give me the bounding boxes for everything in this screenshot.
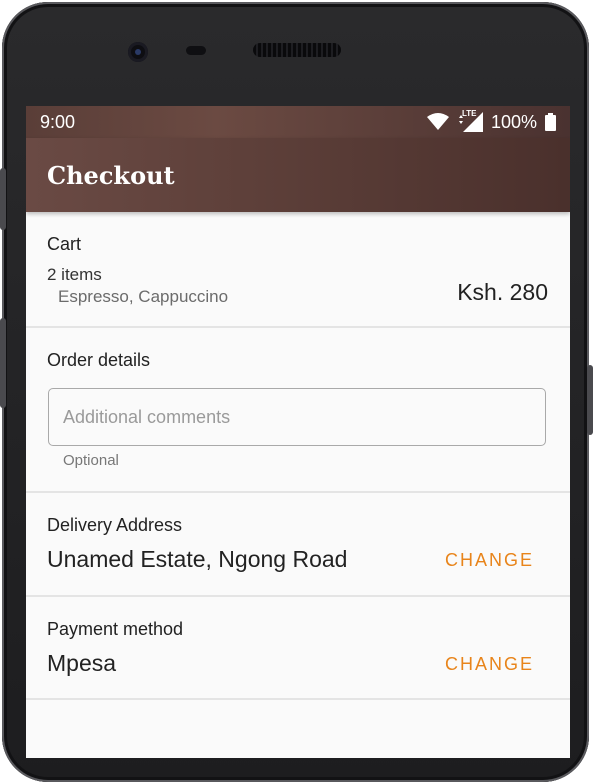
phone-frame: 9:00 LTE 100% Checkout Cart 2 items Espr… (0, 0, 593, 782)
payment-method-value: Mpesa (47, 650, 117, 676)
cart-section: Cart 2 items Espresso, Cappuccino Ksh. 2… (26, 212, 570, 328)
payment-method-section: Payment method Mpesa CHANGE (26, 597, 570, 700)
volume-button (0, 318, 6, 408)
payment-method-label: Payment method (47, 619, 184, 639)
status-bar: 9:00 LTE 100% (26, 106, 570, 138)
delivery-address-label: Delivery Address (47, 515, 183, 535)
cart-label: Cart (47, 234, 82, 254)
cart-item-list: Espresso, Cappuccino (58, 287, 229, 306)
delivery-address-value: Unamed Estate, Ngong Road (47, 546, 348, 572)
volume-button (0, 168, 6, 230)
comments-helper-text: Optional (63, 452, 119, 469)
earpiece-speaker (253, 43, 341, 57)
front-camera (128, 42, 148, 62)
additional-comments-input[interactable] (48, 388, 546, 446)
order-details-label: Order details (47, 350, 151, 370)
status-icons: LTE 100% (426, 109, 556, 133)
app-bar: Checkout (26, 138, 570, 212)
screen: 9:00 LTE 100% Checkout Cart 2 items Espr… (26, 106, 570, 758)
cart-total: Ksh. 280 (457, 279, 548, 305)
page-title: Checkout (47, 160, 175, 190)
order-details-section: Order details Optional (26, 328, 570, 493)
signal-icon: LTE (457, 109, 483, 132)
wifi-icon (426, 113, 449, 130)
change-payment-button[interactable]: CHANGE (445, 654, 534, 675)
proximity-sensor (186, 46, 206, 55)
power-button (587, 365, 593, 435)
battery-percent: 100% (490, 111, 537, 132)
delivery-address-section: Delivery Address Unamed Estate, Ngong Ro… (26, 493, 570, 597)
status-time: 9:00 (40, 111, 76, 132)
change-address-button[interactable]: CHANGE (445, 550, 534, 571)
cart-item-count: 2 items (47, 265, 102, 284)
battery-icon (545, 113, 556, 131)
network-type-label: LTE (461, 109, 477, 118)
